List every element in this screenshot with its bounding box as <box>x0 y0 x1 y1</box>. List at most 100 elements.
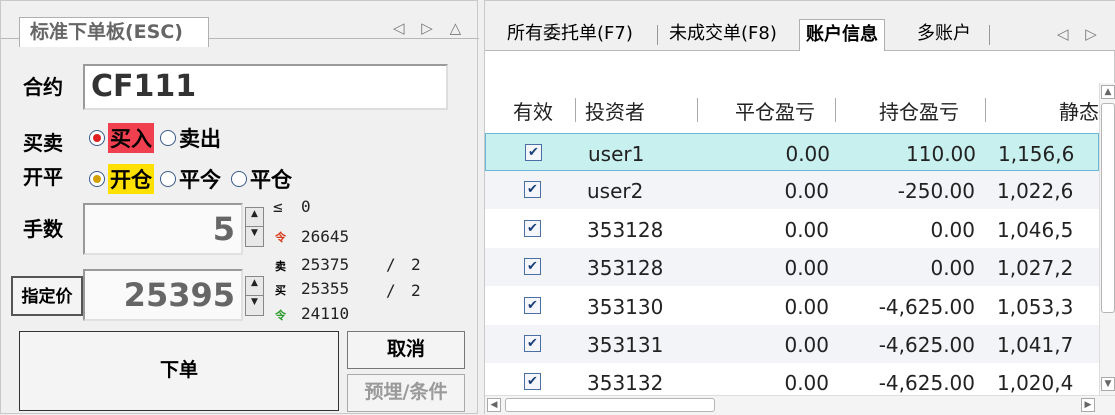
scroll-thumb[interactable] <box>1101 103 1115 313</box>
price-stepper[interactable]: ▲ ▼ <box>245 276 264 316</box>
preset-condition-button[interactable]: 预埋/条件 <box>347 374 465 412</box>
price-mode-button[interactable]: 指定价 <box>11 276 83 316</box>
table-row[interactable]: ✔ user1 0.00 110.00 1,156,6 <box>485 133 1099 171</box>
open-radio[interactable] <box>89 171 105 187</box>
static-equity-cell: 1,027,2 <box>997 256 1074 280</box>
position-pnl-cell: 0.00 <box>930 218 975 242</box>
open-radio-label[interactable]: 开仓 <box>108 164 154 194</box>
scroll-down-icon[interactable]: ▼ <box>1101 377 1115 391</box>
col-divider <box>835 98 836 122</box>
table-row[interactable]: ✔ 353128 0.00 0.00 1,046,5 <box>485 210 1099 248</box>
sell-radio[interactable] <box>160 130 176 146</box>
tab-account-info[interactable]: 账户信息 <box>799 19 885 51</box>
investor-cell: 353128 <box>587 218 664 242</box>
investor-cell: 353130 <box>587 295 664 319</box>
col-header-static[interactable]: 静态 <box>1059 96 1099 125</box>
tab-all-orders[interactable]: 所有委托单(F7) <box>501 19 639 51</box>
tab-standard-order[interactable]: 标准下单板(ESC) <box>19 17 209 47</box>
stepper-down-icon[interactable]: ▼ <box>246 296 263 315</box>
close-today-radio-label[interactable]: 平今 <box>179 164 221 194</box>
limit-down-price: 24110 <box>301 304 350 323</box>
tab-divider <box>989 25 990 45</box>
table-row[interactable]: ✔ 353130 0.00 -4,625.00 1,053,3 <box>485 287 1099 325</box>
static-equity-cell: 1,022,6 <box>997 179 1074 203</box>
col-divider <box>575 98 576 122</box>
position-pnl-cell: -4,625.00 <box>878 371 975 395</box>
col-header-close-pnl[interactable]: 平仓盈亏 <box>735 96 815 125</box>
close-pnl-cell: 0.00 <box>784 218 829 242</box>
investor-cell: 353128 <box>587 256 664 280</box>
ask-label: 卖 <box>275 260 286 273</box>
static-equity-cell: 1,046,5 <box>997 218 1074 242</box>
investor-cell: 353131 <box>587 333 664 357</box>
active-checkbox[interactable]: ✔ <box>524 297 541 314</box>
limit-up-icon: 令 <box>275 231 286 244</box>
scroll-right-icon[interactable]: ▶ <box>1081 398 1095 412</box>
close-pnl-cell: 0.00 <box>784 371 829 395</box>
price-input[interactable]: 25395 <box>83 269 243 321</box>
account-panel: 所有委托单(F7) 未成交单(F8) 账户信息 多账户 ◁ ▷ 有效 投资者 平… <box>484 0 1115 415</box>
position-pnl-cell: 0.00 <box>930 256 975 280</box>
scroll-up-icon[interactable]: ▲ <box>1101 85 1115 99</box>
horizontal-scrollbar[interactable]: ◀ ▶ <box>485 395 1115 415</box>
vertical-scrollbar[interactable]: ▲ ▼ <box>1099 83 1115 395</box>
position-pnl-cell: 110.00 <box>906 142 976 166</box>
close-pnl-cell: 0.00 <box>784 256 829 280</box>
stepper-up-icon[interactable]: ▲ <box>246 277 263 296</box>
active-checkbox[interactable]: ✔ <box>524 335 541 352</box>
contract-label: 合约 <box>23 75 63 99</box>
ask-quantity: 2 <box>411 255 421 274</box>
static-equity-cell: 1,041,7 <box>997 333 1074 357</box>
table-row[interactable]: ✔ 353131 0.00 -4,625.00 1,041,7 <box>485 325 1099 363</box>
ask-price: 25375 <box>301 255 350 274</box>
active-checkbox[interactable]: ✔ <box>524 220 541 237</box>
table-row[interactable]: ✔ 353128 0.00 0.00 1,027,2 <box>485 248 1099 286</box>
col-header-active[interactable]: 有效 <box>513 96 553 125</box>
bid-quantity: 2 <box>411 281 421 300</box>
close-pnl-cell: 0.00 <box>784 179 829 203</box>
active-checkbox[interactable]: ✔ <box>524 373 541 390</box>
tab-multi-account[interactable]: 多账户 <box>911 19 977 51</box>
limit-down-icon: 令 <box>275 309 286 322</box>
stepper-down-icon[interactable]: ▼ <box>246 227 263 246</box>
ask-separator: / <box>386 255 396 274</box>
contract-input[interactable]: CF111 <box>83 64 448 110</box>
position-pnl-cell: -4,625.00 <box>878 295 975 319</box>
bid-separator: / <box>386 281 396 300</box>
scroll-left-icon[interactable]: ◀ <box>487 398 501 412</box>
hscroll-thumb[interactable] <box>505 398 715 412</box>
stepper-up-icon[interactable]: ▲ <box>246 208 263 227</box>
sell-radio-label[interactable]: 卖出 <box>179 123 221 153</box>
col-header-position-pnl[interactable]: 持仓盈亏 <box>879 96 959 125</box>
account-panel-tabbar: 所有委托单(F7) 未成交单(F8) 账户信息 多账户 ◁ ▷ <box>485 1 1115 51</box>
col-divider <box>985 98 986 122</box>
submit-order-button[interactable]: 下单 <box>19 331 339 411</box>
buy-radio-label[interactable]: 买入 <box>108 123 154 153</box>
buy-radio[interactable] <box>89 130 105 146</box>
close-today-radio[interactable] <box>160 171 176 187</box>
open-close-group: 开仓 平今 平仓 <box>89 164 292 194</box>
table-row[interactable]: ✔ user2 0.00 -250.00 1,022,6 <box>485 171 1099 209</box>
close-pnl-cell: 0.00 <box>784 333 829 357</box>
panel-nav-icons[interactable]: ◁ ▷ △ <box>393 19 467 37</box>
close-radio-label[interactable]: 平仓 <box>250 164 292 194</box>
bid-label: 买 <box>275 284 286 297</box>
col-header-investor[interactable]: 投资者 <box>585 96 645 125</box>
col-divider <box>697 98 698 122</box>
quantity-input[interactable]: 5 <box>83 203 243 255</box>
direction-group: 买入 卖出 <box>89 123 221 153</box>
cancel-button[interactable]: 取消 <box>347 331 465 369</box>
investor-cell: user1 <box>588 142 645 166</box>
open-close-label: 开平 <box>23 165 63 189</box>
active-checkbox[interactable]: ✔ <box>524 181 541 198</box>
quantity-label: 手数 <box>23 217 63 241</box>
static-equity-cell: 1,020,4 <box>997 371 1074 395</box>
active-checkbox[interactable]: ✔ <box>525 144 542 161</box>
tab-pending-orders[interactable]: 未成交单(F8) <box>663 19 783 51</box>
investor-cell: user2 <box>587 179 644 203</box>
active-checkbox[interactable]: ✔ <box>524 258 541 275</box>
close-radio[interactable] <box>231 171 247 187</box>
quantity-stepper[interactable]: ▲ ▼ <box>245 207 264 247</box>
tab-nav-icons[interactable]: ◁ ▷ <box>1057 25 1103 43</box>
order-panel-tabbar: 标准下单板(ESC) ◁ ▷ △ <box>1 1 479 47</box>
